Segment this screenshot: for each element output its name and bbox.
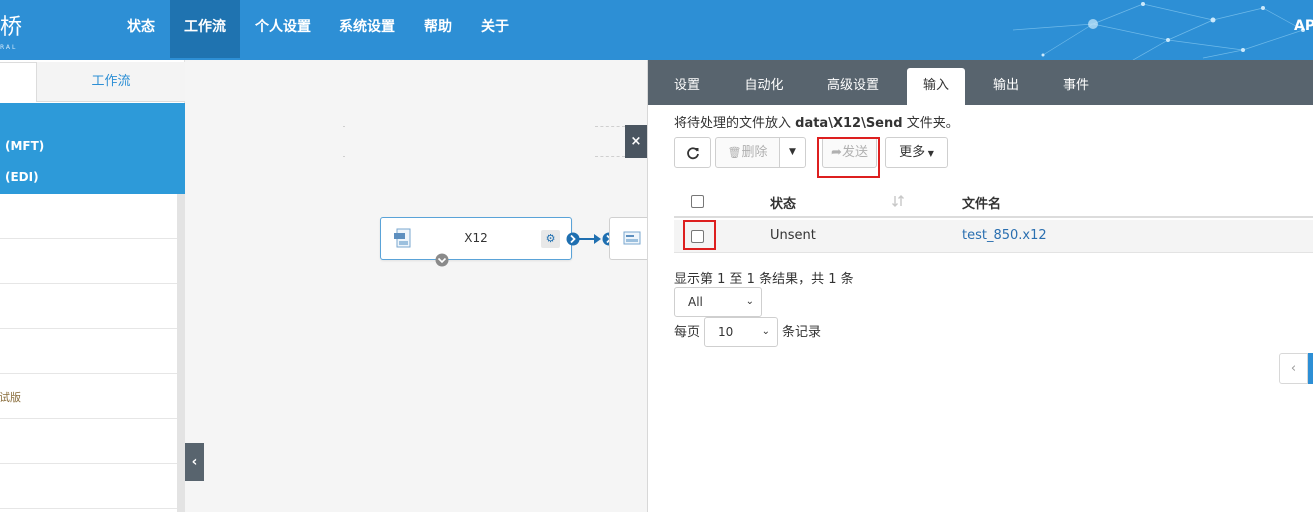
tab-workflow[interactable]: 工作流 xyxy=(37,62,185,102)
next-connector-node[interactable] xyxy=(609,217,649,260)
api-link[interactable]: API xyxy=(1294,18,1313,34)
hint-path: data\X12\Send xyxy=(795,116,903,131)
input-folder-hint: 将待处理的文件放入 data\X12\Send 文件夹。 xyxy=(674,112,959,131)
table-row[interactable]: Unsent test_850.x12 xyxy=(674,220,1313,253)
list-item[interactable] xyxy=(0,239,177,284)
more-label: 更多 xyxy=(899,145,926,160)
list-item[interactable] xyxy=(0,419,177,464)
hint-suffix: 文件夹。 xyxy=(902,116,959,131)
chevron-down-icon: ⌄ xyxy=(745,296,754,307)
row-status: Unsent xyxy=(770,228,816,243)
flow-arrow-icon xyxy=(578,234,601,244)
results-summary: 显示第 1 至 1 条结果，共 1 条 xyxy=(674,272,854,287)
list-item[interactable] xyxy=(0,194,177,239)
hint-prefix: 将待处理的文件放入 xyxy=(674,116,796,131)
nav-system-settings[interactable]: 系统设置 xyxy=(331,0,403,58)
left-scrollbar[interactable] xyxy=(177,194,185,512)
close-panel-button[interactable]: × xyxy=(625,125,647,158)
network-decoration-icon xyxy=(1013,2,1305,60)
flow-canvas[interactable]: X12 ⚙ ‹ × xyxy=(185,60,649,512)
tab-input[interactable]: 输入 xyxy=(907,68,965,105)
gear-icon[interactable]: ⚙ xyxy=(541,230,560,248)
tab-ports[interactable] xyxy=(0,62,37,102)
connector-line xyxy=(343,156,345,157)
list-item[interactable] xyxy=(0,284,177,329)
nav-status[interactable]: 状态 xyxy=(116,0,166,58)
column-filename[interactable]: 文件名 xyxy=(962,193,1001,212)
send-button-highlight xyxy=(817,137,880,178)
top-navigation-bar: 桥 RAL 状态 工作流 个人设置 系统设置 帮助 关于 API xyxy=(0,0,1313,60)
logo-subtitle: RAL xyxy=(0,44,18,51)
collapse-sidebar-button[interactable]: ‹ xyxy=(185,443,204,481)
per-page-suffix: 条记录 xyxy=(782,325,822,340)
tab-output[interactable]: 输出 xyxy=(980,68,1032,105)
per-page-label: 每页 xyxy=(674,325,701,340)
delete-dropdown-toggle[interactable]: ▼ xyxy=(779,137,806,168)
group-item-mft[interactable]: (MFT) xyxy=(5,139,44,153)
tab-settings[interactable]: 设置 xyxy=(662,68,712,105)
selected-port-group[interactable]: (MFT) (EDI) xyxy=(0,103,185,194)
beta-label: 调试版 xyxy=(0,391,21,404)
connector-line xyxy=(595,156,625,157)
logo: 桥 xyxy=(0,15,23,40)
row-checkbox-highlight xyxy=(683,220,716,250)
pagination-current-page[interactable] xyxy=(1308,353,1313,384)
nav-about[interactable]: 关于 xyxy=(473,0,517,58)
next-connector-icon xyxy=(623,231,641,245)
tab-advanced[interactable]: 高级设置 xyxy=(816,68,890,105)
more-button[interactable]: 更多 ▼ xyxy=(885,137,948,168)
page-size-value: 10 xyxy=(718,325,734,339)
refresh-icon xyxy=(686,147,699,160)
connector-line xyxy=(595,126,625,127)
column-status[interactable]: 状态 xyxy=(770,193,796,212)
list-item[interactable] xyxy=(0,464,177,509)
nav-workflow[interactable]: 工作流 xyxy=(170,0,240,58)
caret-down-icon: ▼ xyxy=(925,149,934,158)
chevron-down-icon[interactable] xyxy=(435,253,449,267)
trash-icon: 🗑 xyxy=(727,146,742,159)
sort-icon[interactable] xyxy=(891,194,905,208)
filter-select-value: All xyxy=(688,295,703,309)
tab-events[interactable]: 事件 xyxy=(1050,68,1102,105)
caret-down-icon: ▼ xyxy=(789,147,796,157)
filter-select[interactable]: All ⌄ xyxy=(674,287,762,317)
page-size-select[interactable]: 10 ⌄ xyxy=(704,317,778,347)
delete-label: 删除 xyxy=(741,145,768,160)
panel-tabbar: 设置 自动化 高级设置 输入 输出 事件 xyxy=(648,60,1313,105)
row-filename-link[interactable]: test_850.x12 xyxy=(962,228,1047,243)
list-item[interactable]: 调试版 xyxy=(0,374,177,419)
nav-personal-settings[interactable]: 个人设置 xyxy=(247,0,319,58)
x12-connector-node[interactable]: X12 ⚙ xyxy=(380,217,580,267)
refresh-button[interactable] xyxy=(674,137,711,168)
select-all-checkbox[interactable] xyxy=(691,195,704,208)
chevron-down-icon: ⌄ xyxy=(761,326,770,337)
left-panel: 工作流 (MFT) (EDI) 调试版 xyxy=(0,60,185,512)
delete-button[interactable]: 🗑删除 xyxy=(715,137,780,168)
list-item[interactable] xyxy=(0,329,177,374)
properties-panel: 设置 自动化 高级设置 输入 输出 事件 将待处理的文件放入 data\X12\… xyxy=(647,60,1313,512)
connector-line xyxy=(343,126,345,127)
tab-automation[interactable]: 自动化 xyxy=(734,68,794,105)
group-item-edi[interactable]: (EDI) xyxy=(5,170,39,184)
pagination-previous-button[interactable]: ‹ xyxy=(1279,353,1308,384)
nav-help[interactable]: 帮助 xyxy=(416,0,460,58)
table-header: 状态 文件名 xyxy=(674,185,1313,218)
